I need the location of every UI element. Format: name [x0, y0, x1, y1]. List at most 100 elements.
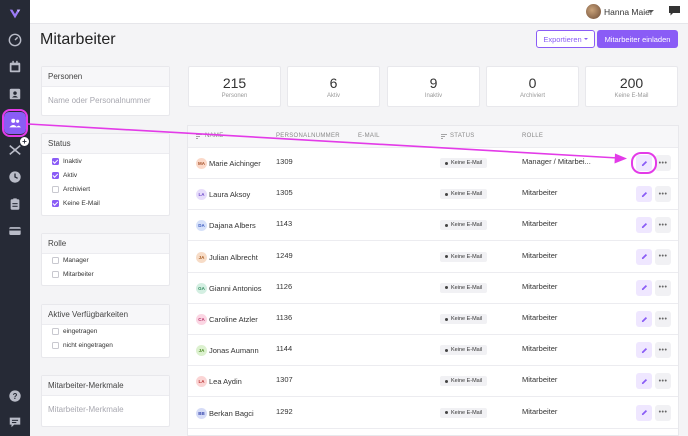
employee-name[interactable]: Laura Aksoy	[209, 190, 250, 199]
checkbox-label: Manager	[63, 257, 89, 264]
column-header-status[interactable]: STATUS	[450, 133, 475, 139]
employee-name[interactable]: Jonas Aumann	[209, 346, 259, 355]
status-option-inaktiv[interactable]: Inaktiv	[52, 158, 82, 165]
clipboard-icon[interactable]	[7, 196, 23, 212]
invite-employee-button[interactable]: Mitarbeiter einladen	[597, 30, 678, 48]
column-header-rolle[interactable]: ROLLE	[522, 133, 543, 139]
employee-name[interactable]: Caroline Atzler	[209, 315, 258, 324]
edit-button[interactable]	[636, 373, 652, 390]
more-options-button[interactable]: •••	[655, 373, 671, 390]
table-header: NAME PERSONALNUMMER E-MAIL STATUS ROLLE	[188, 126, 678, 148]
edit-button[interactable]	[636, 217, 652, 234]
user-name[interactable]: Hanna Maier	[604, 7, 653, 17]
table-row[interactable]: MA Marie Aichinger 1309 Keine E-Mail Manager…	[188, 148, 678, 179]
status-option-archiviert[interactable]: Archiviert	[52, 186, 90, 193]
messages-icon[interactable]	[669, 6, 680, 16]
checkbox[interactable]	[52, 257, 59, 264]
sort-icon[interactable]	[441, 134, 447, 139]
more-options-button[interactable]: •••	[655, 248, 671, 265]
more-options-button[interactable]: •••	[655, 342, 671, 359]
table-row[interactable]: LA Laura Aksoy 1305 Keine E-Mail Mitarbeiter…	[188, 179, 678, 211]
more-options-button[interactable]: •••	[655, 311, 671, 327]
more-options-button[interactable]: •••	[655, 155, 671, 171]
employee-name[interactable]: Julian Albrecht	[209, 253, 258, 262]
personnel-number: 1309	[276, 157, 293, 166]
table-row[interactable]: JA Jonas Aumann 1144 Keine E-Mail Mitarbeite…	[188, 335, 678, 367]
annotation-highlight-ring	[2, 109, 28, 137]
pencil-icon	[641, 284, 648, 291]
column-header-personalnummer[interactable]: PERSONALNUMMER	[276, 133, 340, 139]
help-icon[interactable]: ?	[7, 388, 23, 404]
more-options-button[interactable]: •••	[655, 217, 671, 234]
status-badge: Keine E-Mail	[440, 158, 488, 168]
avatar: BB	[196, 407, 207, 419]
column-header-email[interactable]: E-MAIL	[358, 133, 380, 139]
edit-button[interactable]	[636, 248, 652, 265]
stat-label: Aktiv	[326, 93, 340, 99]
table-row[interactable]: GA Gianni Antonios 1126 Keine E-Mail Mitarbe…	[188, 273, 678, 304]
attributes-input[interactable]	[48, 401, 166, 417]
edit-button[interactable]	[636, 279, 652, 296]
calendar-icon[interactable]	[7, 59, 23, 75]
edit-button[interactable]	[636, 342, 652, 359]
stat-keine-email[interactable]: 200 Keine E-Mail	[585, 66, 678, 107]
status-option-aktiv[interactable]: Aktiv	[52, 172, 77, 179]
more-options-button[interactable]: •••	[655, 279, 671, 296]
role: Mitarbeiter	[522, 313, 558, 322]
employee-name[interactable]: Gianni Antonios	[209, 284, 262, 293]
sort-icon[interactable]	[196, 134, 202, 139]
plane-icon[interactable]	[7, 142, 23, 158]
more-options-button[interactable]: •••	[655, 404, 671, 421]
clock-icon[interactable]	[7, 169, 23, 185]
stat-archiviert[interactable]: 0 Archiviert	[486, 66, 579, 107]
checkbox[interactable]	[52, 328, 59, 335]
contact-card-icon[interactable]	[7, 86, 23, 102]
pencil-icon	[641, 191, 648, 198]
employee-name[interactable]: Marie Aichinger	[209, 159, 261, 168]
checkbox[interactable]	[52, 172, 59, 179]
avatar: LA	[196, 376, 207, 388]
employee-name[interactable]: Lea Aydin	[209, 377, 242, 386]
checkbox[interactable]	[52, 342, 59, 349]
rolle-option-mitarbeiter[interactable]: Mitarbeiter	[52, 271, 94, 278]
employee-name[interactable]: Dajana Albers	[209, 221, 256, 230]
stat-personen[interactable]: 215 Personen	[188, 66, 281, 107]
personnel-number: 1249	[276, 250, 293, 260]
column-header-name[interactable]: NAME	[205, 133, 224, 139]
availability-option-nicht-eingetragen[interactable]: nicht eingetragen	[52, 342, 113, 349]
table-row[interactable]: CA Caroline Atzler 1136 Keine E-Mail Mitarbe…	[188, 304, 678, 335]
status-option-keine-email[interactable]: Keine E-Mail	[52, 200, 100, 207]
status-badge-label: Keine E-Mail	[451, 378, 483, 385]
stat-aktiv[interactable]: 6 Aktiv	[287, 66, 380, 107]
export-button[interactable]: Exportieren	[536, 30, 595, 48]
employee-name[interactable]: Berkan Bagci	[209, 409, 254, 418]
rolle-option-manager[interactable]: Manager	[52, 257, 89, 264]
edit-button[interactable]	[636, 186, 652, 203]
personnel-number: 1305	[276, 188, 293, 198]
stat-value: 215	[222, 75, 247, 91]
edit-button[interactable]	[636, 404, 652, 421]
table-row[interactable]: BB Berkan Bagci 1292 Keine E-Mail Mitarbeite…	[188, 398, 678, 429]
user-avatar[interactable]	[586, 4, 601, 19]
availability-option-eingetragen[interactable]: eingetragen	[52, 328, 97, 335]
chevron-down-icon[interactable]	[648, 10, 654, 13]
chat-icon[interactable]	[7, 414, 23, 430]
table-row[interactable]: LA Lea Aydin 1307 Keine E-Mail Mitarbeiter ••…	[188, 366, 678, 398]
stat-label: Inaktiv	[424, 93, 443, 99]
table-row[interactable]: JA Julian Albrecht 1249 Keine E-Mail Mitarbe…	[188, 242, 678, 273]
personnel-number: 1307	[276, 375, 293, 385]
checkbox[interactable]	[52, 271, 59, 278]
payment-card-icon[interactable]	[7, 223, 23, 239]
search-input[interactable]	[48, 92, 166, 108]
stat-inaktiv[interactable]: 9 Inaktiv	[387, 66, 480, 107]
checkbox-label: eingetragen	[63, 328, 98, 335]
dashboard-icon[interactable]	[7, 32, 23, 48]
checkbox[interactable]	[52, 200, 59, 207]
more-options-button[interactable]: •••	[655, 186, 671, 203]
personnel-number: 1144	[276, 344, 293, 354]
checkbox[interactable]	[52, 186, 59, 193]
logo-icon[interactable]	[7, 6, 23, 22]
table-row[interactable]: DA Dajana Albers 1143 Keine E-Mail Mitarbeit…	[188, 210, 678, 242]
edit-button[interactable]	[636, 311, 652, 327]
checkbox[interactable]	[52, 158, 59, 165]
